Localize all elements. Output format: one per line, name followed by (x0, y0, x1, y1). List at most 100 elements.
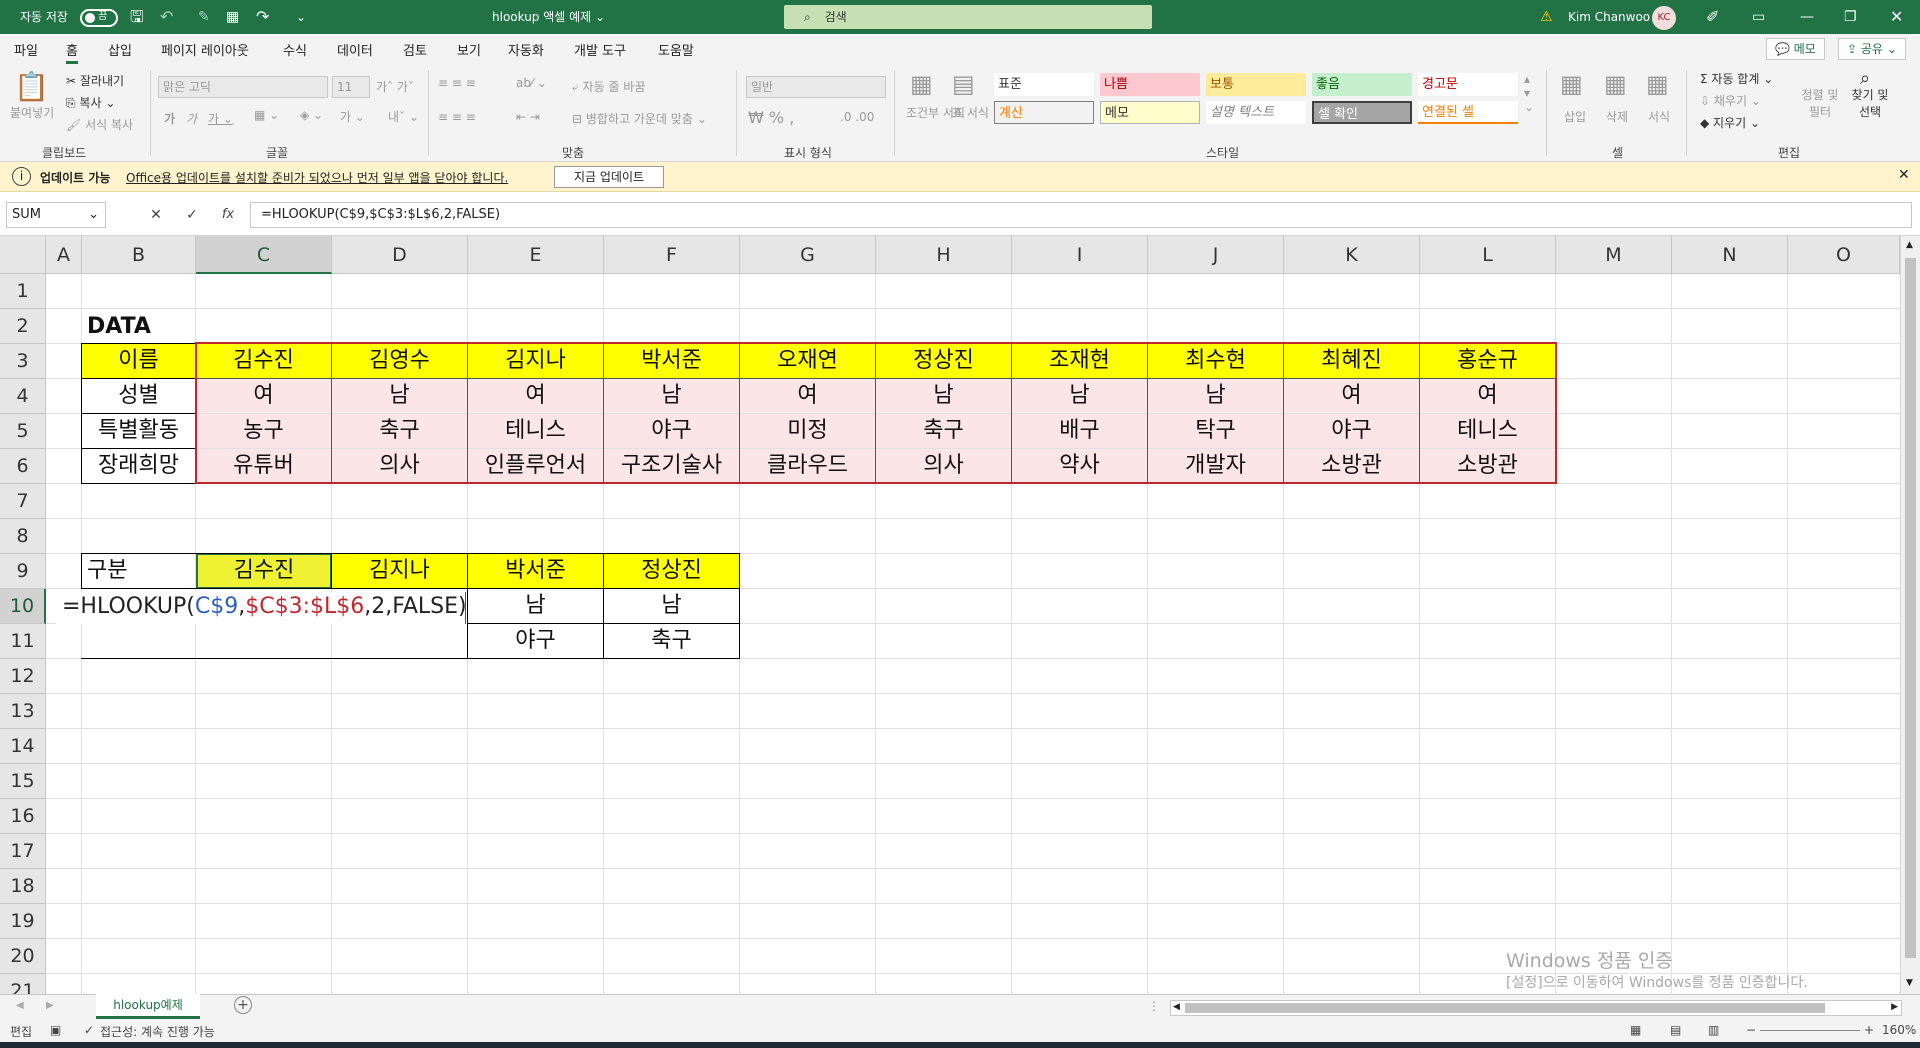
cell-j5[interactable]: 탁구 (1148, 414, 1283, 448)
cell-l6[interactable]: 소방관 (1420, 449, 1555, 483)
cell-g4[interactable]: 여 (740, 379, 875, 413)
row-header-9[interactable]: 9 (0, 554, 46, 589)
cell-e9[interactable]: 박서준 (468, 554, 603, 588)
cell-d9[interactable]: 김지나 (332, 554, 467, 588)
user-name[interactable]: Kim Chanwoo (1568, 0, 1650, 34)
cell-g6[interactable]: 클라우드 (740, 449, 875, 483)
row-header-14[interactable]: 14 (0, 729, 46, 764)
cell-d6[interactable]: 의사 (332, 449, 467, 483)
table-format-button[interactable]: 표 서식 (952, 104, 989, 121)
sort-filter-button[interactable]: 정렬 및 필터 (1800, 86, 1840, 120)
cell-d4[interactable]: 남 (332, 379, 467, 413)
cell-j3[interactable]: 최수현 (1148, 344, 1283, 378)
style-note[interactable]: 메모 (1100, 101, 1200, 124)
delete-cells-button[interactable]: 삭제 (1606, 108, 1628, 125)
cell-e6[interactable]: 인플루언서 (468, 449, 603, 483)
search-box[interactable]: ⌕ 검색 (784, 5, 1152, 29)
page-layout-view-icon[interactable]: ▤ (1670, 1023, 1681, 1037)
cell-e11[interactable]: 야구 (468, 624, 603, 658)
ribbon-display-icon[interactable]: ▭ (1752, 0, 1765, 34)
cell-c5[interactable]: 농구 (196, 414, 331, 448)
select-all-corner[interactable] (0, 236, 46, 274)
cell-f9[interactable]: 정상진 (604, 554, 739, 588)
tab-splitter-icon[interactable]: ⋮ (1148, 999, 1160, 1013)
column-header-n[interactable]: N (1672, 236, 1788, 274)
cell-f3[interactable]: 박서준 (604, 344, 739, 378)
cell-c4[interactable]: 여 (196, 379, 331, 413)
cell-d5[interactable]: 축구 (332, 414, 467, 448)
tab-data[interactable]: 데이터 (337, 40, 373, 59)
delete-cells-icon[interactable]: ▦ (1604, 70, 1627, 98)
row-header-2[interactable]: 2 (0, 309, 46, 344)
row-header-18[interactable]: 18 (0, 869, 46, 904)
insert-cells-icon[interactable]: ▦ (1560, 70, 1583, 98)
scroll-left-icon[interactable]: ◀ (1173, 1002, 1180, 1012)
decimal-icon[interactable]: .0 .00 (840, 110, 874, 124)
accessibility-icon[interactable]: ✓ (84, 1023, 94, 1037)
zoom-out-icon[interactable]: − (1746, 1023, 1756, 1037)
cell-f4[interactable]: 남 (604, 379, 739, 413)
cell-b6[interactable]: 장래희망 (82, 449, 195, 483)
cell-j6[interactable]: 개발자 (1148, 449, 1283, 483)
row-header-6[interactable]: 6 (0, 449, 46, 484)
tab-view[interactable]: 보기 (457, 40, 481, 59)
style-calculation[interactable]: 계산 (994, 101, 1094, 124)
cell-f10[interactable]: 남 (604, 589, 739, 623)
column-header-b[interactable]: B (82, 236, 196, 274)
phonetic-icon[interactable]: 내ˇ ⌄ (388, 108, 419, 125)
row-header-16[interactable]: 16 (0, 799, 46, 834)
insert-function-icon[interactable]: fx (214, 202, 242, 228)
cell-i6[interactable]: 약사 (1012, 449, 1147, 483)
align-left-icon[interactable]: ≡ ≡ ≡ (438, 110, 476, 124)
cell-b9[interactable]: 구분 (82, 554, 195, 588)
column-header-f[interactable]: F (604, 236, 740, 274)
tab-automate[interactable]: 자동화 (508, 40, 544, 59)
scroll-up-icon[interactable]: ▲ (1906, 240, 1913, 250)
column-header-e[interactable]: E (468, 236, 604, 274)
row-header-7[interactable]: 7 (0, 484, 46, 519)
merge-center-button[interactable]: ⊟ 병합하고 가운데 맞춤 ⌄ (572, 110, 707, 127)
cell-h5[interactable]: 축구 (876, 414, 1011, 448)
zoom-level[interactable]: 160% (1882, 1023, 1916, 1037)
cell-f11[interactable]: 축구 (604, 624, 739, 658)
cell-f5[interactable]: 야구 (604, 414, 739, 448)
cell-e4[interactable]: 여 (468, 379, 603, 413)
user-avatar[interactable]: KC (1652, 0, 1676, 34)
autosave-toggle[interactable]: 끔 (80, 0, 118, 34)
style-normal[interactable]: 표준 (994, 73, 1094, 96)
cell-h6[interactable]: 의사 (876, 449, 1011, 483)
style-check-cell[interactable]: 셀 확인 (1312, 101, 1412, 124)
cell-f6[interactable]: 구조기술사 (604, 449, 739, 483)
macro-record-icon[interactable]: ▣ (50, 1023, 61, 1037)
column-header-i[interactable]: I (1012, 236, 1148, 274)
accessibility-status[interactable]: 접근성: 계속 진행 가능 (100, 1023, 215, 1040)
prev-sheet-icon[interactable]: ◀ (16, 1000, 24, 1011)
italic-icon[interactable]: 가 (186, 110, 197, 127)
format-painter-icon[interactable]: ✎ (198, 0, 210, 34)
style-linked-cell[interactable]: 연결된 셀 (1418, 101, 1518, 124)
cell-d3[interactable]: 김영수 (332, 344, 467, 378)
normal-view-icon[interactable]: ▦ (1630, 1023, 1641, 1037)
style-warning[interactable]: 경고문 (1418, 73, 1518, 96)
close-info-icon[interactable]: ✕ (1898, 167, 1910, 183)
format-painter-button[interactable]: 🖌 서식 복사 (66, 116, 133, 133)
cell-k6[interactable]: 소방관 (1284, 449, 1419, 483)
column-header-g[interactable]: G (740, 236, 876, 274)
cell-k4[interactable]: 여 (1284, 379, 1419, 413)
row-header-21[interactable]: 21 (0, 974, 46, 994)
cell-e5[interactable]: 테니스 (468, 414, 603, 448)
indent-icon[interactable]: ⇤ ⇥ (516, 110, 540, 124)
wrap-text-button[interactable]: ⤶ 자동 줄 바꿈 (572, 78, 645, 95)
horizontal-scrollbar[interactable]: ◀ ▶ (1170, 1000, 1902, 1016)
cell-k3[interactable]: 최혜진 (1284, 344, 1419, 378)
row-header-1[interactable]: 1 (0, 274, 46, 309)
cell-e3[interactable]: 김지나 (468, 344, 603, 378)
vertical-scroll-thumb[interactable] (1905, 258, 1916, 958)
scroll-right-icon[interactable]: ▶ (1891, 1002, 1898, 1012)
paste-button[interactable]: 붙여넣기 (10, 104, 54, 121)
formula-input[interactable]: =HLOOKUP(C$9,$C$3:$L$6,2,FALSE) (250, 202, 1912, 228)
tab-insert[interactable]: 삽입 (108, 40, 132, 59)
column-header-c[interactable]: C (196, 236, 332, 274)
font-name-select[interactable]: 맑은 고딕 (158, 76, 328, 98)
sheet-tab-hlookup[interactable]: hlookup예제 (96, 994, 200, 1019)
